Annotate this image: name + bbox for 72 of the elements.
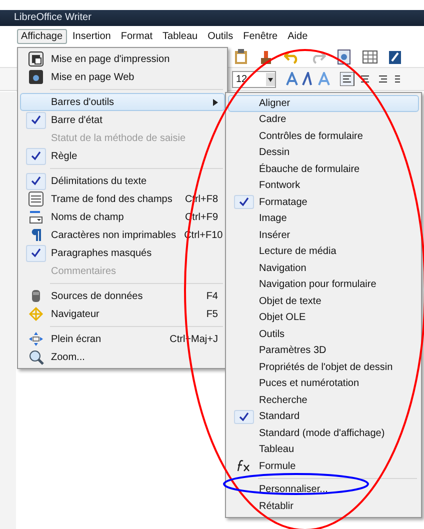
menu-item[interactable]: Insérer: [228, 227, 419, 244]
menu-bar-item[interactable]: Aide: [284, 28, 312, 44]
checkbox[interactable]: [26, 172, 46, 190]
undo-icon[interactable]: [284, 50, 300, 64]
check-icon: [31, 248, 41, 258]
page-icon[interactable]: [336, 48, 352, 64]
menu-item[interactable]: Ébauche de formulaire: [228, 161, 419, 178]
menu-item[interactable]: Objet de texte: [228, 293, 419, 310]
menu-bar-item[interactable]: Outils: [204, 28, 238, 44]
field-names-icon: [28, 209, 44, 225]
menu-item[interactable]: Paramètres 3D: [228, 342, 419, 359]
magnifier-icon: [28, 349, 44, 365]
table-icon[interactable]: [362, 50, 378, 64]
clipboard-icon[interactable]: [234, 48, 248, 64]
check-icon: [31, 115, 41, 125]
field-shading-icon: [28, 191, 44, 207]
web-page-icon: [28, 69, 44, 85]
menu-item[interactable]: Formatage: [228, 194, 419, 210]
menu-item[interactable]: Dessin: [228, 144, 419, 161]
menu-item[interactable]: Outils: [228, 326, 419, 342]
window-title: LibreOffice Writer: [0, 10, 424, 26]
menu-item[interactable]: Barres d'outils: [20, 93, 225, 111]
checkbox[interactable]: [26, 244, 46, 262]
menu-item[interactable]: Puces et numérotation: [228, 376, 419, 392]
menu-item[interactable]: Cadre: [228, 112, 419, 128]
check-icon: [239, 412, 249, 422]
check-icon: [31, 151, 41, 161]
menu-item[interactable]: Rétablir: [228, 498, 419, 514]
menu-item[interactable]: Mise en page Web: [20, 68, 225, 86]
menu-item[interactable]: Tableau: [228, 442, 419, 458]
menu-item[interactable]: Contrôles de formulaire: [228, 128, 419, 144]
checkbox[interactable]: [234, 410, 254, 424]
menu-item[interactable]: Formule: [228, 458, 419, 474]
check-icon: [31, 176, 41, 186]
menu-bar-item[interactable]: Affichage: [17, 28, 67, 44]
menu-item[interactable]: Navigation pour formulaire: [228, 276, 419, 293]
menu-item[interactable]: Navigation: [228, 260, 419, 276]
menu-item[interactable]: Objet OLE: [228, 310, 419, 326]
menu-item[interactable]: Délimitations du texte: [20, 172, 225, 190]
menu-item[interactable]: Recherche: [228, 392, 419, 408]
menu-item[interactable]: Lecture de média: [228, 244, 419, 260]
font-size-field[interactable]: 12: [232, 70, 276, 88]
submenu-arrow-icon: [213, 98, 218, 106]
checkbox[interactable]: [26, 112, 46, 128]
menu-item[interactable]: Fontwork: [228, 178, 419, 194]
menu-bar-item[interactable]: Fenêtre: [239, 28, 282, 44]
checkbox[interactable]: [234, 195, 254, 210]
menu-item[interactable]: Mise en page d'impression: [20, 50, 225, 68]
menu-item[interactable]: Personnaliser...: [228, 482, 419, 498]
menu-item[interactable]: Sources de données F4: [20, 287, 225, 305]
page-layout-icon: [28, 51, 44, 67]
menu-bar-item[interactable]: Format: [116, 28, 157, 44]
menu-item[interactable]: Zoom...: [20, 348, 225, 366]
menu-item[interactable]: Image: [228, 210, 419, 227]
alignment-icons-drawing[interactable]: [340, 72, 400, 86]
paintbrush-icon[interactable]: [258, 48, 274, 64]
pen-icon[interactable]: [388, 48, 402, 64]
fontwork-icons-drawing[interactable]: [286, 72, 330, 86]
menu-bar-item[interactable]: Tableau: [158, 28, 202, 44]
menu-item[interactable]: Barre d'état: [20, 111, 225, 129]
compass-icon: [28, 306, 44, 322]
menu-bar-item[interactable]: Insertion: [68, 28, 115, 44]
checkbox[interactable]: [26, 148, 46, 164]
check-icon: [239, 197, 249, 208]
menu-item[interactable]: Aligner: [228, 95, 419, 112]
menu-item[interactable]: Navigateur F5: [20, 305, 225, 323]
menu-item[interactable]: Propriétés de l'objet de dessin: [228, 359, 419, 376]
menu-item[interactable]: Paragraphes masqués: [20, 244, 225, 262]
fullscreen-icon: [28, 331, 44, 347]
menu-item[interactable]: Règle: [20, 147, 225, 165]
menu-item[interactable]: Standard: [228, 408, 419, 425]
menu-item[interactable]: Standard (mode d'affichage): [228, 425, 419, 442]
